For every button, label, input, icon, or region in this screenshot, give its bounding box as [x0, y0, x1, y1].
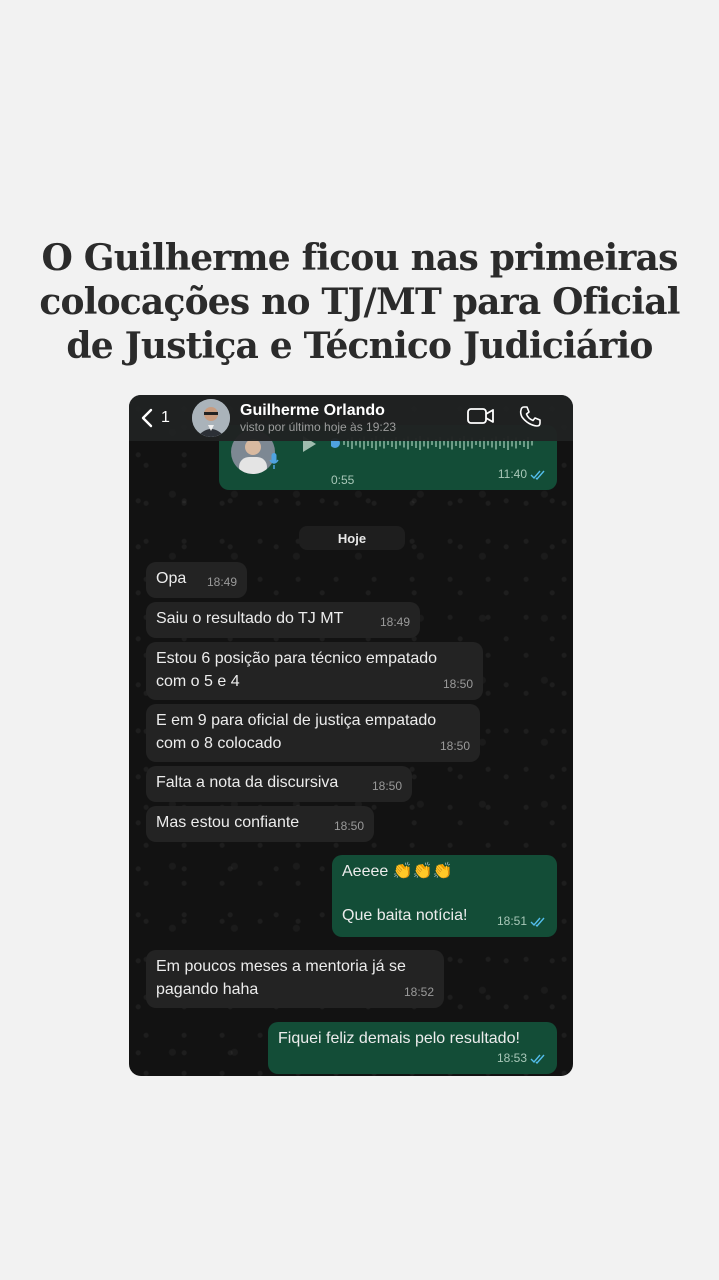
message-time: 18:50 — [333, 819, 364, 833]
incoming-message[interactable]: Falta a nota da discursiva 18:50 — [146, 766, 412, 802]
message-text: Estou 6 posição para técnico empatado co… — [156, 650, 438, 690]
message-time: 18:49 — [206, 575, 237, 589]
message-text: Saiu o resultado do TJ MT — [156, 610, 344, 627]
read-ticks-icon — [530, 470, 545, 480]
voice-duration: 0:55 — [331, 473, 355, 487]
contact-name[interactable]: Guilherme Orlando — [240, 402, 385, 420]
video-camera-icon[interactable] — [467, 406, 495, 431]
message-text: E em 9 para oficial de justiça empatado … — [156, 712, 437, 752]
chat-screenshot: 0:55 11:40 1 Guilherme Orlando visto por… — [129, 395, 573, 1076]
message-time: 18:51 — [497, 910, 547, 933]
message-time: 18:50 — [371, 779, 402, 793]
read-ticks-icon — [530, 1054, 545, 1064]
message-time: 18:50 — [442, 677, 473, 691]
chat-header: 1 Guilherme Orlando visto por último hoj… — [129, 395, 573, 441]
headline-line-3: de Justiça e Técnico Judiciário — [66, 325, 653, 367]
date-divider: Hoje — [299, 526, 405, 550]
message-time: 18:50 — [439, 739, 470, 753]
read-ticks-icon — [530, 917, 545, 927]
message-text: Em poucos meses a mentoria já se pagando… — [156, 958, 406, 998]
phone-icon[interactable] — [518, 405, 542, 434]
message-text: Mas estou confiante — [156, 814, 300, 831]
incoming-message[interactable]: Saiu o resultado do TJ MT 18:49 — [146, 602, 420, 638]
unread-count: 1 — [161, 409, 170, 426]
message-time: 18:52 — [403, 985, 434, 999]
headline-line-1: O Guilherme ficou nas primeiras — [41, 237, 678, 279]
page-headline: O Guilherme ficou nas primeiras colocaçõ… — [20, 236, 699, 368]
last-seen-status: visto por último hoje às 19:23 — [240, 420, 397, 434]
incoming-message[interactable]: Opa 18:49 — [146, 562, 247, 598]
incoming-message[interactable]: Em poucos meses a mentoria já se pagando… — [146, 950, 444, 1008]
voice-message-time: 11:40 — [498, 463, 547, 486]
microphone-icon — [269, 453, 279, 476]
outgoing-message[interactable]: Aeeee 👏👏👏 Que baita notícia! 18:51 — [332, 855, 557, 937]
back-button[interactable]: 1 — [141, 405, 170, 431]
message-text: Falta a nota da discursiva — [156, 774, 339, 791]
contact-avatar[interactable] — [192, 399, 230, 437]
message-time: 18:53 — [497, 1047, 547, 1070]
incoming-message[interactable]: E em 9 para oficial de justiça empatado … — [146, 704, 480, 762]
chevron-left-icon — [141, 408, 153, 428]
incoming-message[interactable]: Mas estou confiante 18:50 — [146, 806, 374, 842]
outgoing-message[interactable]: Fiquei feliz demais pelo resultado! 18:53 — [268, 1022, 557, 1074]
headline-line-2: colocações no TJ/MT para Oficial — [39, 281, 680, 323]
incoming-message[interactable]: Estou 6 posição para técnico empatado co… — [146, 642, 483, 700]
message-time: 18:49 — [379, 615, 410, 629]
